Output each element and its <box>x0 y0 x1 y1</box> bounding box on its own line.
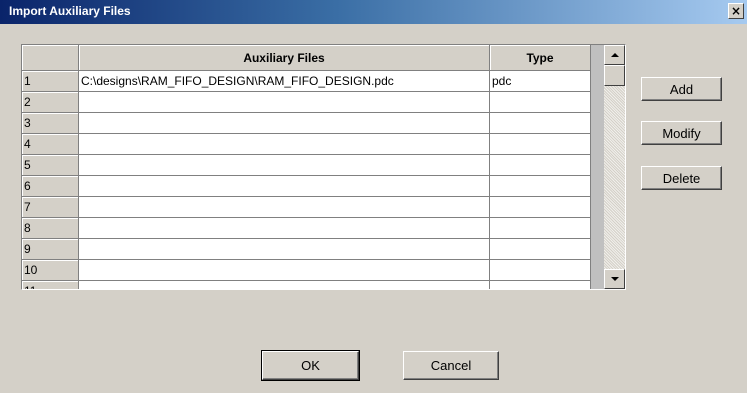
row-number-cell: 3 <box>22 113 79 133</box>
file-type-cell[interactable] <box>490 239 591 259</box>
row-number-cell: 8 <box>22 218 79 238</box>
title-bar[interactable]: Import Auxiliary Files × <box>0 0 747 24</box>
arrow-down-icon <box>610 277 619 281</box>
file-type-cell[interactable]: pdc <box>490 71 591 91</box>
table-row[interactable]: 6 <box>22 176 591 197</box>
row-number-cell: 11 <box>22 281 79 289</box>
file-path-cell[interactable] <box>79 176 490 196</box>
delete-button[interactable]: Delete <box>641 166 722 190</box>
row-number-cell: 10 <box>22 260 79 280</box>
table-row[interactable]: 8 <box>22 218 591 239</box>
row-number-cell: 5 <box>22 155 79 175</box>
close-button[interactable]: × <box>728 3 744 19</box>
modify-button[interactable]: Modify <box>641 121 722 145</box>
table-row[interactable]: 7 <box>22 197 591 218</box>
scroll-thumb[interactable] <box>604 65 625 86</box>
file-type-cell[interactable] <box>490 197 591 217</box>
file-type-cell[interactable] <box>490 260 591 280</box>
scroll-down-button[interactable] <box>604 269 625 289</box>
file-path-cell[interactable] <box>79 239 490 259</box>
ok-button[interactable]: OK <box>261 350 360 381</box>
row-number-cell: 4 <box>22 134 79 154</box>
cancel-button[interactable]: Cancel <box>403 351 499 380</box>
table-row[interactable]: 11 <box>22 281 591 289</box>
table-row[interactable]: 5 <box>22 155 591 176</box>
file-type-cell[interactable] <box>490 281 591 289</box>
file-type-cell[interactable] <box>490 134 591 154</box>
file-path-cell[interactable]: C:\designs\RAM_FIFO_DESIGN\RAM_FIFO_DESI… <box>79 71 490 91</box>
file-type-cell[interactable] <box>490 218 591 238</box>
table-row[interactable]: 1 C:\designs\RAM_FIFO_DESIGN\RAM_FIFO_DES… <box>22 71 591 92</box>
file-type-cell[interactable] <box>490 92 591 112</box>
column-header-type[interactable]: Type <box>490 45 591 71</box>
file-path-cell[interactable] <box>79 260 490 280</box>
file-type-cell[interactable] <box>490 155 591 175</box>
file-path-cell[interactable] <box>79 134 490 154</box>
file-type-cell[interactable] <box>490 113 591 133</box>
row-number-cell: 6 <box>22 176 79 196</box>
table-row[interactable]: 2 <box>22 92 591 113</box>
table-body: 1 C:\designs\RAM_FIFO_DESIGN\RAM_FIFO_DES… <box>22 71 591 289</box>
file-path-cell[interactable] <box>79 155 490 175</box>
file-path-cell[interactable] <box>79 218 490 238</box>
window-title: Import Auxiliary Files <box>9 4 131 18</box>
vertical-scrollbar[interactable] <box>604 45 625 289</box>
file-path-cell[interactable] <box>79 281 490 289</box>
row-number-cell: 1 <box>22 71 79 91</box>
scroll-up-button[interactable] <box>604 45 625 65</box>
file-path-cell[interactable] <box>79 113 490 133</box>
add-button[interactable]: Add <box>641 77 722 101</box>
auxiliary-files-grid[interactable]: Auxiliary Files Type 1 C:\designs\RAM_FIF… <box>21 44 626 290</box>
table-row[interactable]: 9 <box>22 239 591 260</box>
close-icon: × <box>730 4 742 18</box>
file-type-cell[interactable] <box>490 176 591 196</box>
row-number-header <box>22 45 79 71</box>
file-path-cell[interactable] <box>79 197 490 217</box>
row-number-cell: 2 <box>22 92 79 112</box>
table-row[interactable]: 4 <box>22 134 591 155</box>
table-row[interactable]: 10 <box>22 260 591 281</box>
row-number-cell: 7 <box>22 197 79 217</box>
table-row[interactable]: 3 <box>22 113 591 134</box>
arrow-up-icon <box>610 53 619 57</box>
file-path-cell[interactable] <box>79 92 490 112</box>
column-header-files[interactable]: Auxiliary Files <box>79 45 490 71</box>
row-number-cell: 9 <box>22 239 79 259</box>
